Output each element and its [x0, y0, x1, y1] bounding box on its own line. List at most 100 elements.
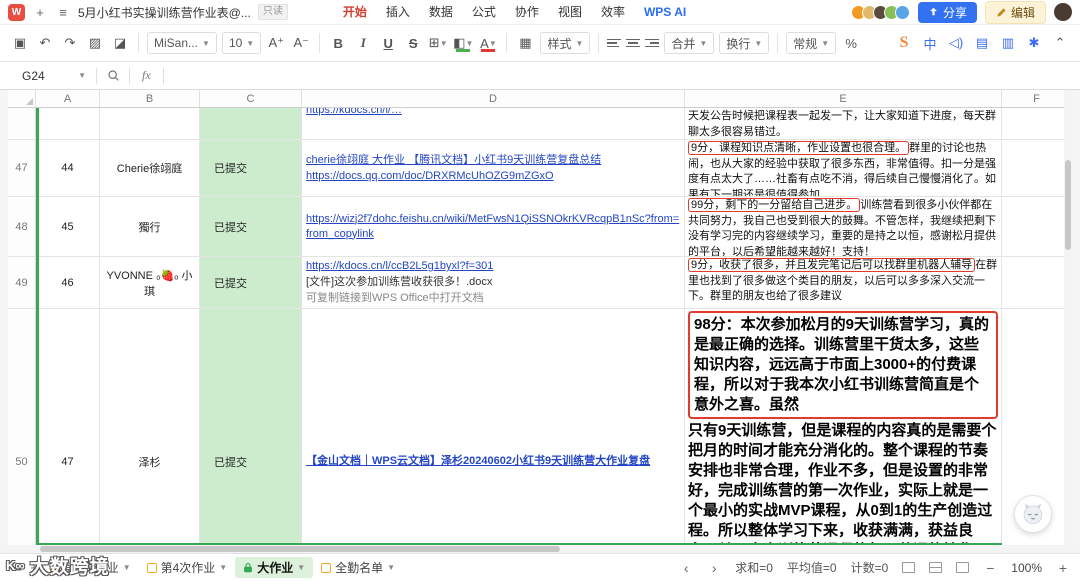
- column-header-c[interactable]: C: [200, 90, 302, 107]
- submission-link[interactable]: https://kdocs.cn/l/…: [306, 108, 680, 118]
- horizontal-scrollbar-thumb[interactable]: [40, 546, 560, 552]
- sheet-tab-3[interactable]: 第3次作业 ▼: [42, 557, 139, 578]
- cell-b48[interactable]: 獨行: [100, 197, 200, 257]
- cell-e49[interactable]: 9分，收获了很多，并且发完笔记后可以找群里机器人辅导 在群里也找到了很多做这个类目…: [685, 257, 1002, 309]
- paste-icon[interactable]: ▣: [10, 32, 30, 54]
- cell-c49[interactable]: 已提交: [200, 257, 302, 309]
- collapse-toolbar-icon[interactable]: ⌃: [1050, 32, 1070, 54]
- decrease-font-icon[interactable]: A⁻: [291, 32, 311, 54]
- wps-logo-icon[interactable]: W: [8, 3, 25, 21]
- borders-icon[interactable]: ⊞ ▼: [428, 32, 448, 54]
- menu-tab-insert[interactable]: 插入: [386, 0, 410, 24]
- prev-sheet-icon[interactable]: ‹: [679, 560, 693, 576]
- cell-c48[interactable]: 已提交: [200, 197, 302, 257]
- cell-a48[interactable]: 45: [36, 197, 100, 257]
- cell-e46[interactable]: 天发公告时候把课程表一起发一下，让大家知道下进度，每天群聊太多很容易错过。: [685, 108, 1002, 140]
- submission-link[interactable]: https://docs.qq.com/doc/DRXRMcUhOZG9mZGx…: [306, 169, 680, 184]
- cell-a47[interactable]: 44: [36, 140, 100, 197]
- menu-icon[interactable]: ≡: [55, 5, 71, 20]
- read-aloud-icon[interactable]: ◁): [946, 32, 966, 54]
- font-family-select[interactable]: MiSan... ▼: [147, 32, 217, 54]
- new-tab-icon[interactable]: +: [32, 5, 48, 20]
- next-sheet-icon[interactable]: ›: [707, 560, 721, 576]
- chart-panel-icon[interactable]: ▥: [998, 32, 1018, 54]
- cell-f48[interactable]: [1002, 197, 1072, 257]
- clear-format-icon[interactable]: ◪: [110, 32, 130, 54]
- cell-f49[interactable]: [1002, 257, 1072, 309]
- fill-color-icon[interactable]: ◧ ▼: [453, 32, 473, 54]
- sheet-tab-big-homework[interactable]: 大作业 ▼: [235, 557, 314, 578]
- cell-d46[interactable]: https://kdocs.cn/l/…: [302, 108, 685, 140]
- fx-icon[interactable]: fx: [130, 68, 163, 83]
- format-painter-icon[interactable]: ▨: [85, 32, 105, 54]
- row-header-49[interactable]: 49: [8, 257, 36, 309]
- menu-tab-formula[interactable]: 公式: [472, 0, 496, 24]
- cell-b49[interactable]: YVONNE ₀🍓ₒ 小琪: [100, 257, 200, 309]
- settings-icon[interactable]: ✱: [1024, 32, 1044, 54]
- menu-tab-data[interactable]: 数据: [429, 0, 453, 24]
- cell-f46[interactable]: [1002, 108, 1072, 140]
- cell-c47[interactable]: 已提交: [200, 140, 302, 197]
- cell-style-icon[interactable]: ▦: [515, 32, 535, 54]
- redo-icon[interactable]: ↷: [60, 32, 80, 54]
- column-header-b[interactable]: B: [100, 90, 200, 107]
- sheet-tab-4[interactable]: 第4次作业 ▼: [139, 557, 236, 578]
- menu-tab-view[interactable]: 视图: [558, 0, 582, 24]
- cell-a46[interactable]: [36, 108, 100, 140]
- menu-tab-efficiency[interactable]: 效率: [601, 0, 625, 24]
- cell-d48[interactable]: https://wizj2f7dohc.feishu.cn/wiki/MetFw…: [302, 197, 685, 257]
- undo-icon[interactable]: ↶: [35, 32, 55, 54]
- underline-button[interactable]: U: [378, 32, 398, 54]
- number-format-select[interactable]: 常规 ▼: [786, 32, 837, 54]
- document-panel-icon[interactable]: ▤: [972, 32, 992, 54]
- cell-c46[interactable]: [200, 108, 302, 140]
- share-button[interactable]: 分享: [917, 1, 977, 23]
- row-header-46[interactable]: [8, 108, 36, 140]
- cell-e48[interactable]: 99分，剩下的一分留给自己进步。 训练营看到很多小伙伴都在共同努力，我自己也受到很…: [685, 197, 1002, 257]
- vertical-scrollbar-thumb[interactable]: [1065, 160, 1071, 250]
- italic-button[interactable]: I: [353, 32, 373, 54]
- cell-d47[interactable]: cherie徐翊庭 大作业 【腾讯文档】小红书9天训练营复盘总结 https:/…: [302, 140, 685, 197]
- wrap-text-select[interactable]: 换行 ▼: [719, 32, 770, 54]
- name-box[interactable]: G24 ▼: [0, 69, 96, 83]
- horizontal-scrollbar[interactable]: [0, 545, 1080, 553]
- menu-tab-collab[interactable]: 协作: [515, 0, 539, 24]
- column-header-e[interactable]: E: [685, 90, 1002, 107]
- percent-icon[interactable]: %: [841, 32, 861, 54]
- menu-tab-wps-ai[interactable]: WPS AI: [644, 0, 686, 24]
- row-header-48[interactable]: 48: [8, 197, 36, 257]
- font-color-icon[interactable]: A ▼: [478, 32, 498, 54]
- align-right-icon[interactable]: [645, 38, 660, 48]
- add-sheet-icon[interactable]: +: [26, 560, 42, 575]
- column-header-d[interactable]: D: [302, 90, 685, 107]
- font-size-select[interactable]: 10 ▼: [221, 32, 262, 54]
- cell-a50[interactable]: 47: [36, 309, 100, 545]
- strikethrough-button[interactable]: S: [403, 32, 423, 54]
- column-header-a[interactable]: A: [36, 90, 100, 107]
- edit-button[interactable]: 编辑: [984, 0, 1046, 24]
- cell-b50[interactable]: 泽杉: [100, 309, 200, 545]
- style-select[interactable]: 样式 ▼: [540, 32, 591, 54]
- cell-f47[interactable]: [1002, 140, 1072, 197]
- align-center-icon[interactable]: [626, 38, 641, 48]
- cell-e47[interactable]: 9分，课程知识点清晰，作业设置也很合理。 群里的讨论也热闹，也从大家的经验中获取了…: [685, 140, 1002, 197]
- cell-e50[interactable]: 98分：本次参加松月的9天训练营学习，真的是最正确的选择。训练营里干货太多，这些…: [685, 309, 1002, 545]
- submission-link[interactable]: https://wizj2f7dohc.feishu.cn/wiki/MetFw…: [306, 212, 680, 242]
- row-header-47[interactable]: 47: [8, 140, 36, 197]
- sheet-list-icon[interactable]: ≡: [10, 560, 26, 575]
- select-all-corner[interactable]: [8, 90, 36, 107]
- cell-a49[interactable]: 46: [36, 257, 100, 309]
- submission-link[interactable]: 【金山文档｜WPS云文档】泽杉20240602小红书9天训练营大作业复盘: [306, 454, 680, 469]
- user-avatar[interactable]: [1054, 3, 1072, 21]
- search-icon[interactable]: [103, 65, 123, 87]
- wps-assistant-icon[interactable]: S: [894, 32, 914, 54]
- cell-d50[interactable]: 【金山文档｜WPS云文档】泽杉20240602小红书9天训练营大作业复盘: [302, 309, 685, 545]
- menu-tab-home[interactable]: 开始: [343, 0, 367, 24]
- zoom-in-button[interactable]: +: [1056, 560, 1070, 576]
- bold-button[interactable]: B: [328, 32, 348, 54]
- collaborator-avatars[interactable]: [850, 4, 910, 20]
- row-header-50[interactable]: 50: [8, 309, 36, 545]
- sheet-tab-attendance[interactable]: 全勤名单 ▼: [313, 557, 403, 578]
- assistant-cat-button[interactable]: [1014, 495, 1052, 533]
- reading-view-icon[interactable]: [956, 562, 970, 573]
